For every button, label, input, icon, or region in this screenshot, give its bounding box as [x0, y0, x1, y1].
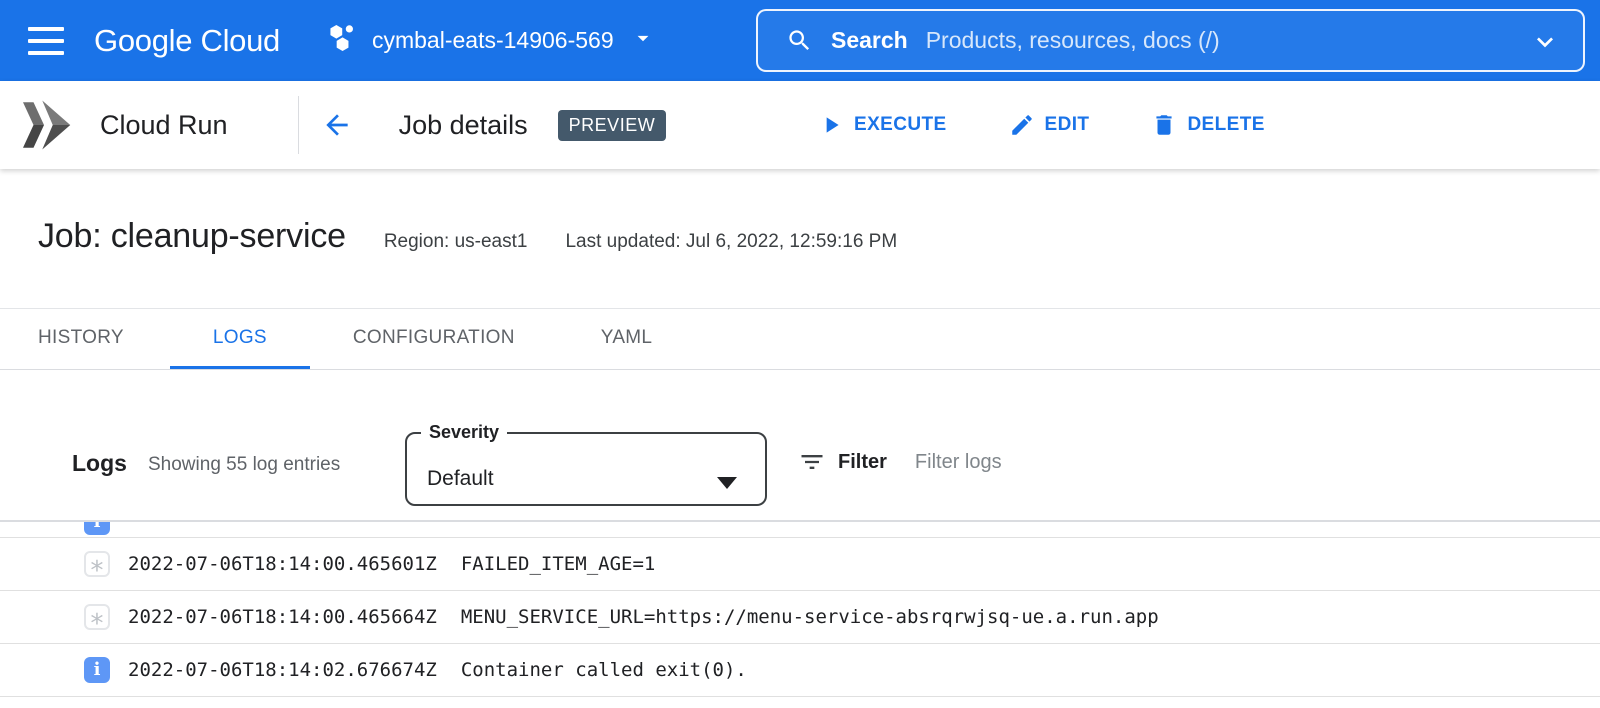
- default-severity-icon: *: [84, 551, 110, 577]
- delete-button[interactable]: DELETE: [1151, 112, 1264, 138]
- project-switcher[interactable]: cymbal-eats-14906-569: [326, 21, 656, 60]
- severity-dropdown[interactable]: Severity Default: [405, 422, 767, 506]
- log-row[interactable]: i 2022-07-06T18:14:02.676674Z Container …: [0, 644, 1600, 697]
- log-message: Container called exit(0).: [461, 659, 747, 681]
- pencil-icon: [1009, 112, 1035, 138]
- info-severity-icon: i: [84, 522, 110, 535]
- job-last-updated: Last updated: Jul 6, 2022, 12:59:16 PM: [565, 231, 897, 253]
- logs-heading: Logs: [72, 450, 127, 477]
- search-expand-chevron-icon[interactable]: [1529, 26, 1561, 63]
- google-cloud-logo: Google Cloud: [94, 23, 280, 59]
- header-actions: EXECUTE EDIT DELETE: [818, 81, 1265, 169]
- log-timestamp: 2022-07-06T18:14:02.676674Z: [128, 659, 437, 681]
- search-bar[interactable]: Search Products, resources, docs (/): [756, 9, 1585, 72]
- tab-yaml[interactable]: YAML: [558, 309, 696, 369]
- filter-label: Filter: [838, 451, 887, 474]
- tab-configuration[interactable]: CONFIGURATION: [310, 309, 558, 369]
- filter-group: Filter: [798, 448, 1215, 476]
- severity-selected-value: Default: [427, 467, 494, 491]
- page-title: Job details: [399, 110, 528, 141]
- search-icon: [786, 27, 813, 54]
- job-header-section: Job: cleanup-service Region: us-east1 La…: [0, 169, 1600, 308]
- default-severity-icon: *: [84, 604, 110, 630]
- logs-entries-summary: Showing 55 log entries: [148, 454, 340, 476]
- play-icon: [818, 112, 844, 138]
- preview-badge: PREVIEW: [558, 110, 667, 141]
- search-placeholder: Products, resources, docs (/): [926, 27, 1220, 54]
- back-arrow-icon[interactable]: [321, 109, 353, 141]
- project-icon: [326, 21, 358, 60]
- log-timestamp: 2022-07-06T18:14:00.465664Z: [128, 606, 437, 628]
- log-message: FAILED_ITEM_AGE=1: [461, 553, 655, 575]
- job-region: Region: us-east1: [384, 231, 528, 253]
- app-header-bar: Cloud Run Job details PREVIEW EXECUTE ED…: [0, 81, 1600, 169]
- log-message: MENU_SERVICE_URL=https://menu-service-ab…: [461, 606, 1159, 628]
- hamburger-menu-icon[interactable]: [28, 27, 64, 55]
- tab-logs[interactable]: LOGS: [170, 309, 310, 369]
- product-name[interactable]: Cloud Run: [100, 110, 228, 141]
- tab-bar: HISTORY LOGS CONFIGURATION YAML: [0, 309, 1600, 370]
- log-row[interactable]: * 2022-07-06T18:14:00.465664Z MENU_SERVI…: [0, 591, 1600, 644]
- project-name: cymbal-eats-14906-569: [372, 27, 614, 54]
- edit-button[interactable]: EDIT: [1009, 112, 1090, 138]
- info-severity-icon: i: [84, 657, 110, 683]
- top-navigation-bar: Google Cloud cymbal-eats-14906-569 Searc…: [0, 0, 1600, 81]
- cloud-console-page: Google Cloud cymbal-eats-14906-569 Searc…: [0, 0, 1600, 708]
- vertical-divider: [298, 96, 299, 154]
- log-table: i * 2022-07-06T18:14:00.465601Z FAILED_I…: [0, 520, 1600, 697]
- project-dropdown-arrow-icon: [630, 25, 656, 56]
- job-title: Job: cleanup-service: [38, 217, 346, 256]
- severity-label: Severity: [421, 422, 507, 443]
- log-timestamp: 2022-07-06T18:14:00.465601Z: [128, 553, 437, 575]
- filter-icon: [798, 448, 826, 476]
- search-label: Search: [831, 27, 908, 54]
- trash-icon: [1151, 112, 1177, 138]
- filter-logs-input[interactable]: [915, 451, 1215, 474]
- tab-history[interactable]: HISTORY: [0, 309, 170, 369]
- logs-controls: Logs Showing 55 log entries Severity Def…: [0, 420, 1600, 518]
- cloud-run-logo-icon: [16, 96, 72, 154]
- severity-dropdown-arrow-icon: [717, 477, 737, 489]
- log-row-clipped[interactable]: i: [0, 522, 1600, 538]
- execute-button[interactable]: EXECUTE: [818, 112, 947, 138]
- log-row[interactable]: * 2022-07-06T18:14:00.465601Z FAILED_ITE…: [0, 538, 1600, 591]
